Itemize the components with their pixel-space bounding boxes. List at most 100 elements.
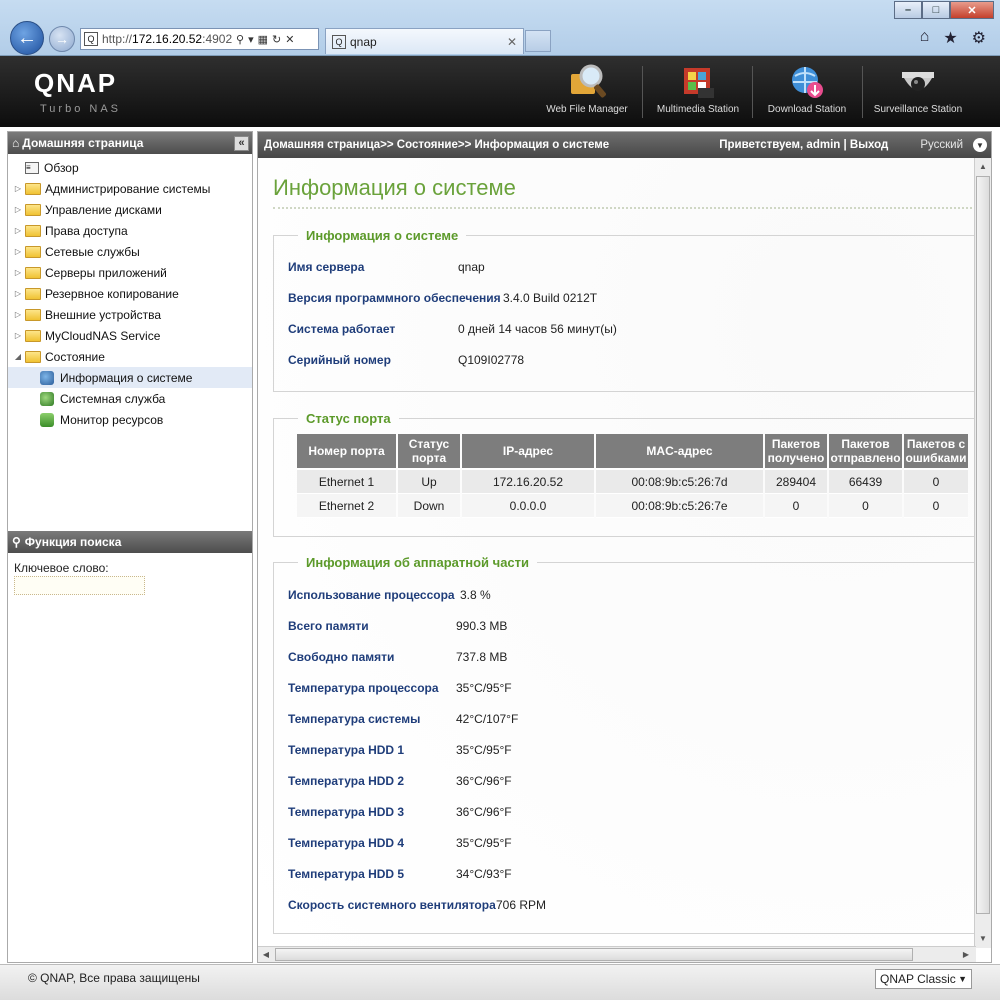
- sidebar-header: ⌂ Домашняя страница «: [8, 132, 252, 154]
- sidebar-item-external-devices[interactable]: ▷ Внешние устройства: [8, 304, 252, 325]
- keyword-input[interactable]: [14, 576, 145, 595]
- web-file-manager-button[interactable]: Web File Manager: [540, 60, 634, 126]
- sidebar-item-overview[interactable]: ≡ Обзор: [8, 157, 252, 178]
- sidebar-item-mycloudnas[interactable]: ▷ MyCloudNAS Service: [8, 325, 252, 346]
- sidebar-item-system-admin[interactable]: ▷ Администрирование системы: [8, 178, 252, 199]
- horizontal-scrollbar[interactable]: ◀ ▶: [258, 946, 976, 962]
- sidebar-item-network-services[interactable]: ▷ Сетевые службы: [8, 241, 252, 262]
- expand-arrow-icon[interactable]: ▷: [11, 247, 25, 256]
- expand-arrow-icon[interactable]: ▷: [11, 226, 25, 235]
- chevron-down-icon[interactable]: ▼: [973, 138, 987, 152]
- search-icon[interactable]: ⚲: [236, 33, 244, 46]
- title-divider: [273, 207, 976, 209]
- scroll-left-icon[interactable]: ◀: [258, 947, 274, 962]
- new-tab-button[interactable]: [525, 30, 551, 52]
- info-value: qnap: [458, 260, 485, 274]
- column-header: MAC-адрес: [596, 434, 763, 470]
- qnap-logo: QNAP: [34, 68, 118, 98]
- hw-value: 3.8 %: [460, 588, 491, 602]
- collapse-sidebar-button[interactable]: «: [234, 135, 249, 151]
- table-cell: 0: [765, 494, 827, 518]
- tab-title: qnap: [350, 34, 377, 49]
- globe-download-icon: [786, 62, 828, 102]
- vertical-scrollbar[interactable]: ▲ ▼: [974, 158, 991, 948]
- sidebar-item-label: Резервное копирование: [45, 286, 179, 301]
- hw-key: Температура процессора: [288, 681, 439, 695]
- greeting-logout[interactable]: Приветствуем, admin | Выход: [719, 139, 888, 151]
- language-selector[interactable]: Русский: [920, 139, 963, 151]
- hw-row-system-temp: Температура системы 42°C/107°F: [288, 712, 518, 726]
- sidebar-item-disk-management[interactable]: ▷ Управление дисками: [8, 199, 252, 220]
- minimize-button[interactable]: –: [894, 1, 922, 19]
- maximize-button[interactable]: □: [922, 1, 950, 19]
- multimedia-station-button[interactable]: Multimedia Station: [650, 60, 746, 126]
- sidebar-item-status[interactable]: ◢ Состояние: [8, 346, 252, 367]
- separator: [752, 66, 753, 118]
- hw-key: Температура HDD 5: [288, 867, 405, 881]
- hw-row-hdd4-temp: Температура HDD 4 35°C/95°F: [288, 836, 512, 850]
- table-row: Ethernet 2 Down 0.0.0.0 00:08:9b:c5:26:7…: [297, 494, 968, 518]
- home-icon[interactable]: ⌂: [920, 28, 930, 48]
- table-cell: Ethernet 1: [297, 470, 396, 494]
- forward-button[interactable]: →: [49, 26, 75, 52]
- open-folder-icon: [25, 350, 41, 363]
- sidebar-item-application-servers[interactable]: ▷ Серверы приложений: [8, 262, 252, 283]
- hw-row-cpu-usage: Использование процессора 3.8 %: [288, 588, 491, 602]
- hw-value: 35°C/95°F: [456, 681, 512, 695]
- sidebar-item-label: Серверы приложений: [45, 265, 167, 280]
- expand-arrow-icon[interactable]: ▷: [11, 331, 25, 340]
- surveillance-station-button[interactable]: Surveillance Station: [866, 60, 970, 126]
- collapse-arrow-icon[interactable]: ◢: [11, 352, 25, 361]
- folder-icon: [25, 224, 41, 237]
- expand-arrow-icon[interactable]: ▷: [11, 289, 25, 298]
- info-key: Имя сервера: [288, 260, 365, 274]
- skin-select[interactable]: QNAP Classic ▼: [875, 969, 972, 989]
- dropdown-icon[interactable]: ▾: [248, 33, 254, 46]
- scroll-down-icon[interactable]: ▼: [976, 931, 990, 947]
- address-bar[interactable]: Q http://172.16.20.52:49021 ⚲ ▾ ▦ ↻ ✕: [80, 28, 319, 50]
- address-prefix: http://: [102, 32, 133, 46]
- sidebar-item-system-info[interactable]: Информация о системе: [8, 367, 252, 388]
- app-label: Web File Manager: [546, 104, 628, 115]
- stop-icon[interactable]: ✕: [285, 33, 294, 46]
- browser-tab[interactable]: Q qnap ✕: [325, 28, 524, 54]
- search-icon: ⚲: [12, 535, 21, 549]
- hw-value: 35°C/95°F: [456, 743, 512, 757]
- hw-row-fan-speed: Скорость системного вентилятора 706 RPM: [288, 898, 546, 912]
- sidebar-item-label: MyCloudNAS Service: [45, 328, 161, 343]
- sidebar-item-label: Внешние устройства: [45, 307, 162, 322]
- camera-icon: [897, 62, 939, 102]
- address-text[interactable]: http://172.16.20.52:49021: [102, 32, 232, 46]
- sidebar-item-label: Обзор: [44, 160, 79, 175]
- sidebar-item-access-rights[interactable]: ▷ Права доступа: [8, 220, 252, 241]
- hw-value: 990.3 MB: [456, 619, 508, 633]
- favorites-star-icon[interactable]: ★: [943, 28, 957, 48]
- scrollbar-thumb[interactable]: [976, 176, 990, 914]
- sidebar-item-system-service[interactable]: Системная служба: [8, 388, 252, 409]
- expand-arrow-icon[interactable]: ▷: [11, 205, 25, 214]
- compat-view-icon[interactable]: ▦: [258, 33, 268, 46]
- page-title: Информация о системе: [273, 175, 516, 200]
- scroll-right-icon[interactable]: ▶: [958, 947, 974, 962]
- system-info-group: Информация о системе: [273, 228, 988, 392]
- expand-arrow-icon[interactable]: ▷: [11, 268, 25, 277]
- sidebar-item-resource-monitor[interactable]: Монитор ресурсов: [8, 409, 252, 430]
- hw-row-total-memory: Всего памяти 990.3 MB: [288, 619, 507, 633]
- scroll-up-icon[interactable]: ▲: [976, 159, 990, 175]
- hw-key: Температура HDD 1: [288, 743, 405, 757]
- hw-row-hdd1-temp: Температура HDD 1 35°C/95°F: [288, 743, 512, 757]
- refresh-icon[interactable]: ↻: [272, 33, 281, 46]
- tools-gear-icon[interactable]: ⚙: [972, 28, 986, 48]
- back-button[interactable]: ←: [10, 21, 44, 55]
- sidebar-item-backup[interactable]: ▷ Резервное копирование: [8, 283, 252, 304]
- breadcrumb[interactable]: Домашняя страница>> Состояние>> Информац…: [264, 139, 609, 151]
- system-service-icon: [40, 391, 54, 406]
- info-row-firmware: Версия программного обеспечения 3.4.0 Bu…: [288, 291, 597, 305]
- port-status-table: Номер порта Статус порта IP-адрес MAC-ад…: [295, 434, 970, 518]
- expand-arrow-icon[interactable]: ▷: [11, 184, 25, 193]
- expand-arrow-icon[interactable]: ▷: [11, 310, 25, 319]
- close-window-button[interactable]: ✕: [950, 1, 994, 19]
- download-station-button[interactable]: Download Station: [760, 60, 854, 126]
- scrollbar-thumb[interactable]: [275, 948, 913, 961]
- tab-close-button[interactable]: ✕: [507, 35, 517, 49]
